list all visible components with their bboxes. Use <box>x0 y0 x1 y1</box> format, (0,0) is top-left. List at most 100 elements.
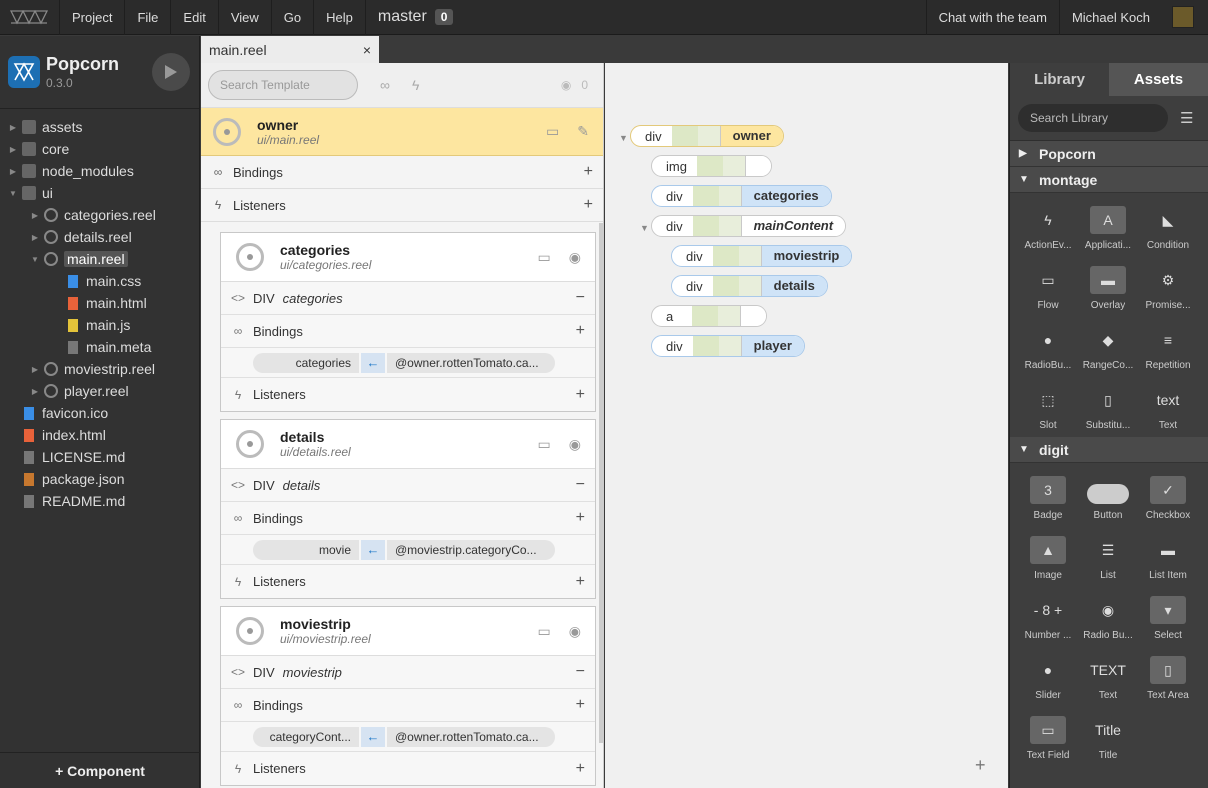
library-item-condition[interactable]: ◣ Condition <box>1138 197 1198 257</box>
branch-selector[interactable]: master 0 <box>366 0 466 35</box>
library-item-promise-[interactable]: ⚙ Promise... <box>1138 257 1198 317</box>
user-avatar[interactable] <box>1172 6 1194 28</box>
element-row[interactable]: <> DIV details − <box>221 469 595 502</box>
expand-arrow-icon[interactable]: ▶ <box>8 123 18 132</box>
bindings-row[interactable]: ∞ Bindings + <box>221 315 595 348</box>
library-item-text[interactable]: TEXT Text <box>1078 647 1138 707</box>
element-row[interactable]: <> DIV moviestrip − <box>221 656 595 689</box>
owner-bindings-row[interactable]: ∞ Bindings + <box>201 156 603 189</box>
dom-node-categories[interactable]: div categories <box>651 185 832 207</box>
add-element-button[interactable]: + <box>975 755 986 776</box>
dom-node-details[interactable]: div details <box>671 275 828 297</box>
dom-node-mainContent[interactable]: div mainContent <box>651 215 847 237</box>
menu-project[interactable]: Project <box>60 0 126 35</box>
listeners-row[interactable]: ϟ Listeners + <box>221 752 595 785</box>
binding-direction-arrow-icon[interactable]: ← <box>361 352 385 373</box>
dom-node-owner[interactable]: div owner <box>630 125 784 147</box>
bindings-row[interactable]: ∞ Bindings + <box>221 502 595 535</box>
chat-with-team-link[interactable]: Chat with the team <box>925 0 1060 35</box>
expand-arrow-icon[interactable]: ▶ <box>30 387 40 396</box>
menu-file[interactable]: File <box>125 0 172 35</box>
listeners-row[interactable]: ϟ Listeners + <box>221 565 595 598</box>
library-item-title[interactable]: Title Title <box>1078 707 1138 767</box>
comment-icon[interactable]: ▭ <box>538 623 551 640</box>
eye-icon[interactable]: ◉ <box>569 623 581 640</box>
library-item-overlay[interactable]: ▬ Overlay <box>1078 257 1138 317</box>
library-item-button[interactable]: ▭ Button <box>1078 467 1138 527</box>
expand-arrow-icon[interactable]: ▶ <box>8 167 18 176</box>
add-listener-button[interactable]: + <box>584 196 593 214</box>
binding-item[interactable]: categoryCont... ← @owner.rottenTomato.ca..… <box>221 722 595 752</box>
scrollbar[interactable] <box>599 223 603 743</box>
search-library-input[interactable]: Search Library <box>1018 104 1168 132</box>
tree-item-details-reel[interactable]: ▶ details.reel <box>0 226 200 248</box>
library-item-text[interactable]: text Text <box>1138 377 1198 437</box>
library-item-actionev-[interactable]: ϟ ActionEv... <box>1018 197 1078 257</box>
tree-item-main-reel[interactable]: ▼ main.reel <box>0 248 200 270</box>
library-item-text-field[interactable]: ▭ Text Field <box>1018 707 1078 767</box>
collapse-arrow-icon[interactable]: ▼ <box>640 223 649 233</box>
tree-item-ui[interactable]: ▼ ui <box>0 182 200 204</box>
component-header[interactable]: moviestrip ui/moviestrip.reel ▭ ◉ <box>221 607 595 656</box>
bindings-filter-icon[interactable]: ∞ <box>380 77 390 93</box>
library-item-slot[interactable]: ⬚ Slot <box>1018 377 1078 437</box>
comment-icon[interactable]: ▭ <box>538 249 551 266</box>
collapse-arrow-icon[interactable]: ▼ <box>619 133 628 143</box>
tree-item-main-js[interactable]: main.js <box>0 314 200 336</box>
tree-item-core[interactable]: ▶ core <box>0 138 200 160</box>
tree-item-index-html[interactable]: index.html <box>0 424 200 446</box>
tab-assets[interactable]: Assets <box>1109 63 1208 96</box>
menu-edit[interactable]: Edit <box>171 0 219 35</box>
tree-item-player-reel[interactable]: ▶ player.reel <box>0 380 200 402</box>
edit-pencil-icon[interactable]: ✎ <box>577 123 589 140</box>
element-row[interactable]: <> DIV categories − <box>221 282 595 315</box>
expand-arrow-icon[interactable]: ▶ <box>30 365 40 374</box>
tree-item-assets[interactable]: ▶ assets <box>0 116 200 138</box>
library-item-repetition[interactable]: ≡ Repetition <box>1138 317 1198 377</box>
add-listener-button[interactable]: + <box>576 573 585 591</box>
eye-icon[interactable]: ◉ <box>569 249 581 266</box>
library-item-image[interactable]: ▲ Image <box>1018 527 1078 587</box>
add-binding-button[interactable]: + <box>584 163 593 181</box>
library-item-rangeco-[interactable]: ◆ RangeCo... <box>1078 317 1138 377</box>
tab-library[interactable]: Library <box>1010 63 1109 96</box>
owner-header[interactable]: owner ui/main.reel ▭ ✎ <box>201 108 603 156</box>
binding-direction-arrow-icon[interactable]: ← <box>361 726 385 747</box>
expand-arrow-icon[interactable]: ▶ <box>8 145 18 154</box>
expand-arrow-icon[interactable]: ▼ <box>30 255 40 264</box>
listeners-filter-icon[interactable]: ϟ <box>412 77 419 93</box>
dom-node-moviestrip[interactable]: div moviestrip <box>671 245 853 267</box>
add-listener-button[interactable]: + <box>576 386 585 404</box>
expand-arrow-icon[interactable]: ▼ <box>8 189 18 198</box>
component-header[interactable]: categories ui/categories.reel ▭ ◉ <box>221 233 595 282</box>
library-item-applicati-[interactable]: A Applicati... <box>1078 197 1138 257</box>
library-section-montage[interactable]: ▼ montage <box>1010 167 1208 193</box>
expand-arrow-icon[interactable]: ▶ <box>30 233 40 242</box>
menu-help[interactable]: Help <box>314 0 366 35</box>
tree-item-LICENSE-md[interactable]: LICENSE.md <box>0 446 200 468</box>
expand-arrow-icon[interactable]: ▶ <box>30 211 40 220</box>
bindings-row[interactable]: ∞ Bindings + <box>221 689 595 722</box>
library-section-popcorn[interactable]: ▶ Popcorn <box>1010 141 1208 167</box>
library-item-badge[interactable]: 3 Badge <box>1018 467 1078 527</box>
tree-item-favicon-ico[interactable]: favicon.ico <box>0 402 200 424</box>
menu-go[interactable]: Go <box>272 0 315 35</box>
library-item-select[interactable]: ▾ Select <box>1138 587 1198 647</box>
tree-item-package-json[interactable]: package.json <box>0 468 200 490</box>
tree-item-main-meta[interactable]: main.meta <box>0 336 200 358</box>
library-item-text-area[interactable]: ▯ Text Area <box>1138 647 1198 707</box>
run-button[interactable] <box>152 53 190 91</box>
binding-direction-arrow-icon[interactable]: ← <box>361 539 385 560</box>
hidden-count[interactable]: ◉ 0 <box>561 78 588 92</box>
library-item-slider[interactable]: ● Slider <box>1018 647 1078 707</box>
tree-item-main-css[interactable]: main.css <box>0 270 200 292</box>
library-item-radiobu-[interactable]: ● RadioBu... <box>1018 317 1078 377</box>
tab-main-reel[interactable]: main.reel × <box>201 36 379 63</box>
library-item-checkbox[interactable]: ✓ Checkbox <box>1138 467 1198 527</box>
search-template-input[interactable]: Search Template <box>208 70 358 100</box>
tree-item-main-html[interactable]: main.html <box>0 292 200 314</box>
montage-logo-icon[interactable] <box>0 0 60 35</box>
listeners-row[interactable]: ϟ Listeners + <box>221 378 595 411</box>
menu-view[interactable]: View <box>219 0 272 35</box>
library-section-digit[interactable]: ▼ digit <box>1010 437 1208 463</box>
